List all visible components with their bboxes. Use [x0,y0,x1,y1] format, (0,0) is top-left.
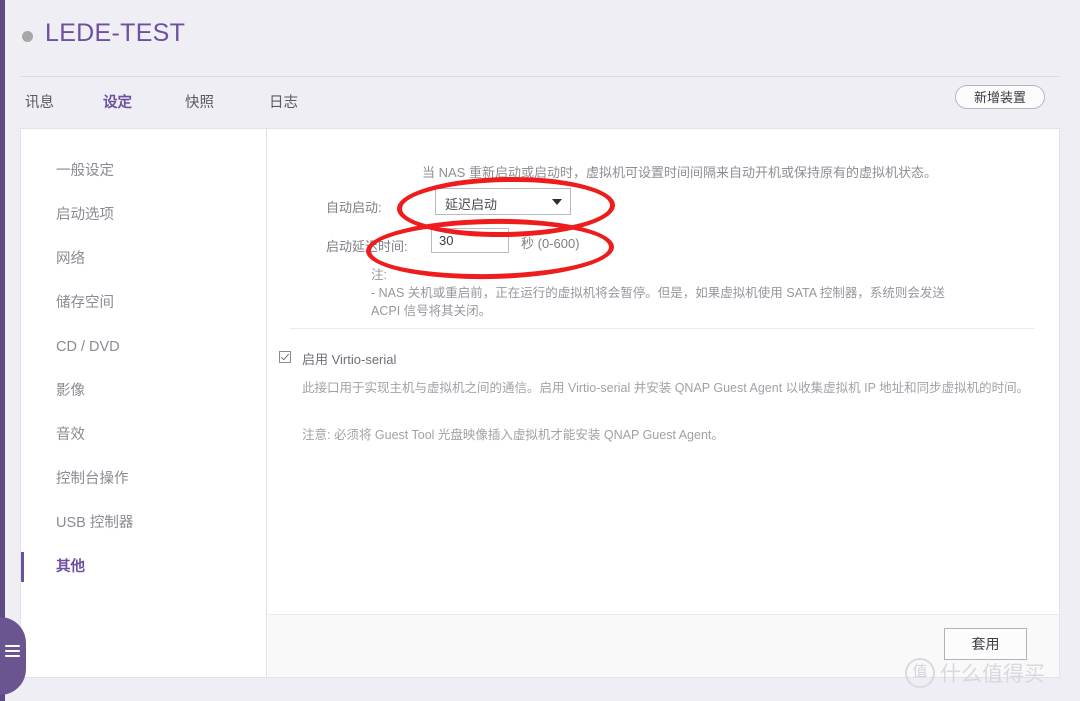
virtio-serial-description: 此接口用于实现主机与虚拟机之间的通信。启用 Virtio-serial 并安装 … [302,379,1039,398]
note-heading: 注: [371,266,991,284]
sidebar-item-boot-options[interactable]: 启动选项 [21,193,266,237]
tab-settings[interactable]: 设定 [103,91,132,112]
vm-status-dot [22,31,33,42]
autostart-select[interactable]: 延迟启动 [435,188,571,215]
sidebar-item-usb-controller[interactable]: USB 控制器 [21,501,266,545]
virtio-serial-note: 注意: 必须将 Guest Tool 光盘映像插入虚拟机才能安装 QNAP Gu… [302,426,1039,445]
add-device-button[interactable]: 新增装置 [955,85,1045,109]
section-divider [290,328,1035,329]
panel-footer: 套用 [268,614,1060,678]
tab-messages[interactable]: 讯息 [25,91,54,112]
note-block: 注: - NAS 关机或重启前，正在运行的虚拟机将会暂停。但是，如果虚拟机使用 … [371,266,991,320]
sidebar-item-others[interactable]: 其他 [21,545,266,589]
delay-label: 启动延迟时间: [326,236,408,255]
intro-description: 当 NAS 重新启动或启动时，虚拟机可设置时间间隔来自动开机或保持原有的虚拟机状… [422,162,937,181]
sidebar-item-cd-dvd[interactable]: CD / DVD [21,325,266,369]
sidebar-item-general[interactable]: 一般设定 [21,149,266,193]
tab-logs[interactable]: 日志 [269,91,298,112]
page-title: LEDE-TEST [45,19,185,48]
autostart-label: 自动启动: [326,197,382,216]
settings-content: 当 NAS 重新启动或启动时，虚拟机可设置时间间隔来自动开机或保持原有的虚拟机状… [268,129,1060,614]
sidebar-item-console[interactable]: 控制台操作 [21,457,266,501]
hamburger-icon [5,645,20,657]
virtio-serial-label: 启用 Virtio-serial [302,349,396,368]
delay-unit-hint: 秒 (0-600) [521,233,580,252]
sidebar-item-storage[interactable]: 储存空间 [21,281,266,325]
footer-sidebar-fill [21,614,267,678]
settings-sidebar: 一般设定 启动选项 网络 储存空间 CD / DVD 影像 音效 控制台操作 U… [21,129,267,614]
tab-snapshots[interactable]: 快照 [185,91,214,112]
vm-settings-window: LEDE-TEST 讯息 设定 快照 日志 新增装置 一般设定 启动选项 网络 … [0,0,1080,701]
virtio-serial-checkbox[interactable] [279,351,291,363]
sidebar-item-audio[interactable]: 音效 [21,413,266,457]
apply-button[interactable]: 套用 [944,628,1027,660]
chevron-down-icon [552,199,562,205]
note-line-1: - NAS 关机或重启前，正在运行的虚拟机将会暂停。但是，如果虚拟机使用 SAT… [371,284,991,302]
note-line-2: ACPI 信号将其关闭。 [371,302,991,320]
sidebar-item-network[interactable]: 网络 [21,237,266,281]
settings-panel: 一般设定 启动选项 网络 储存空间 CD / DVD 影像 音效 控制台操作 U… [20,128,1060,678]
delay-input[interactable] [431,228,509,253]
left-edge-rail [0,0,5,701]
autostart-selected-value: 延迟启动 [445,194,497,213]
title-bar: LEDE-TEST [0,0,1080,76]
sidebar-item-video[interactable]: 影像 [21,369,266,413]
tab-bar: 讯息 设定 快照 日志 新增装置 [20,76,1060,129]
